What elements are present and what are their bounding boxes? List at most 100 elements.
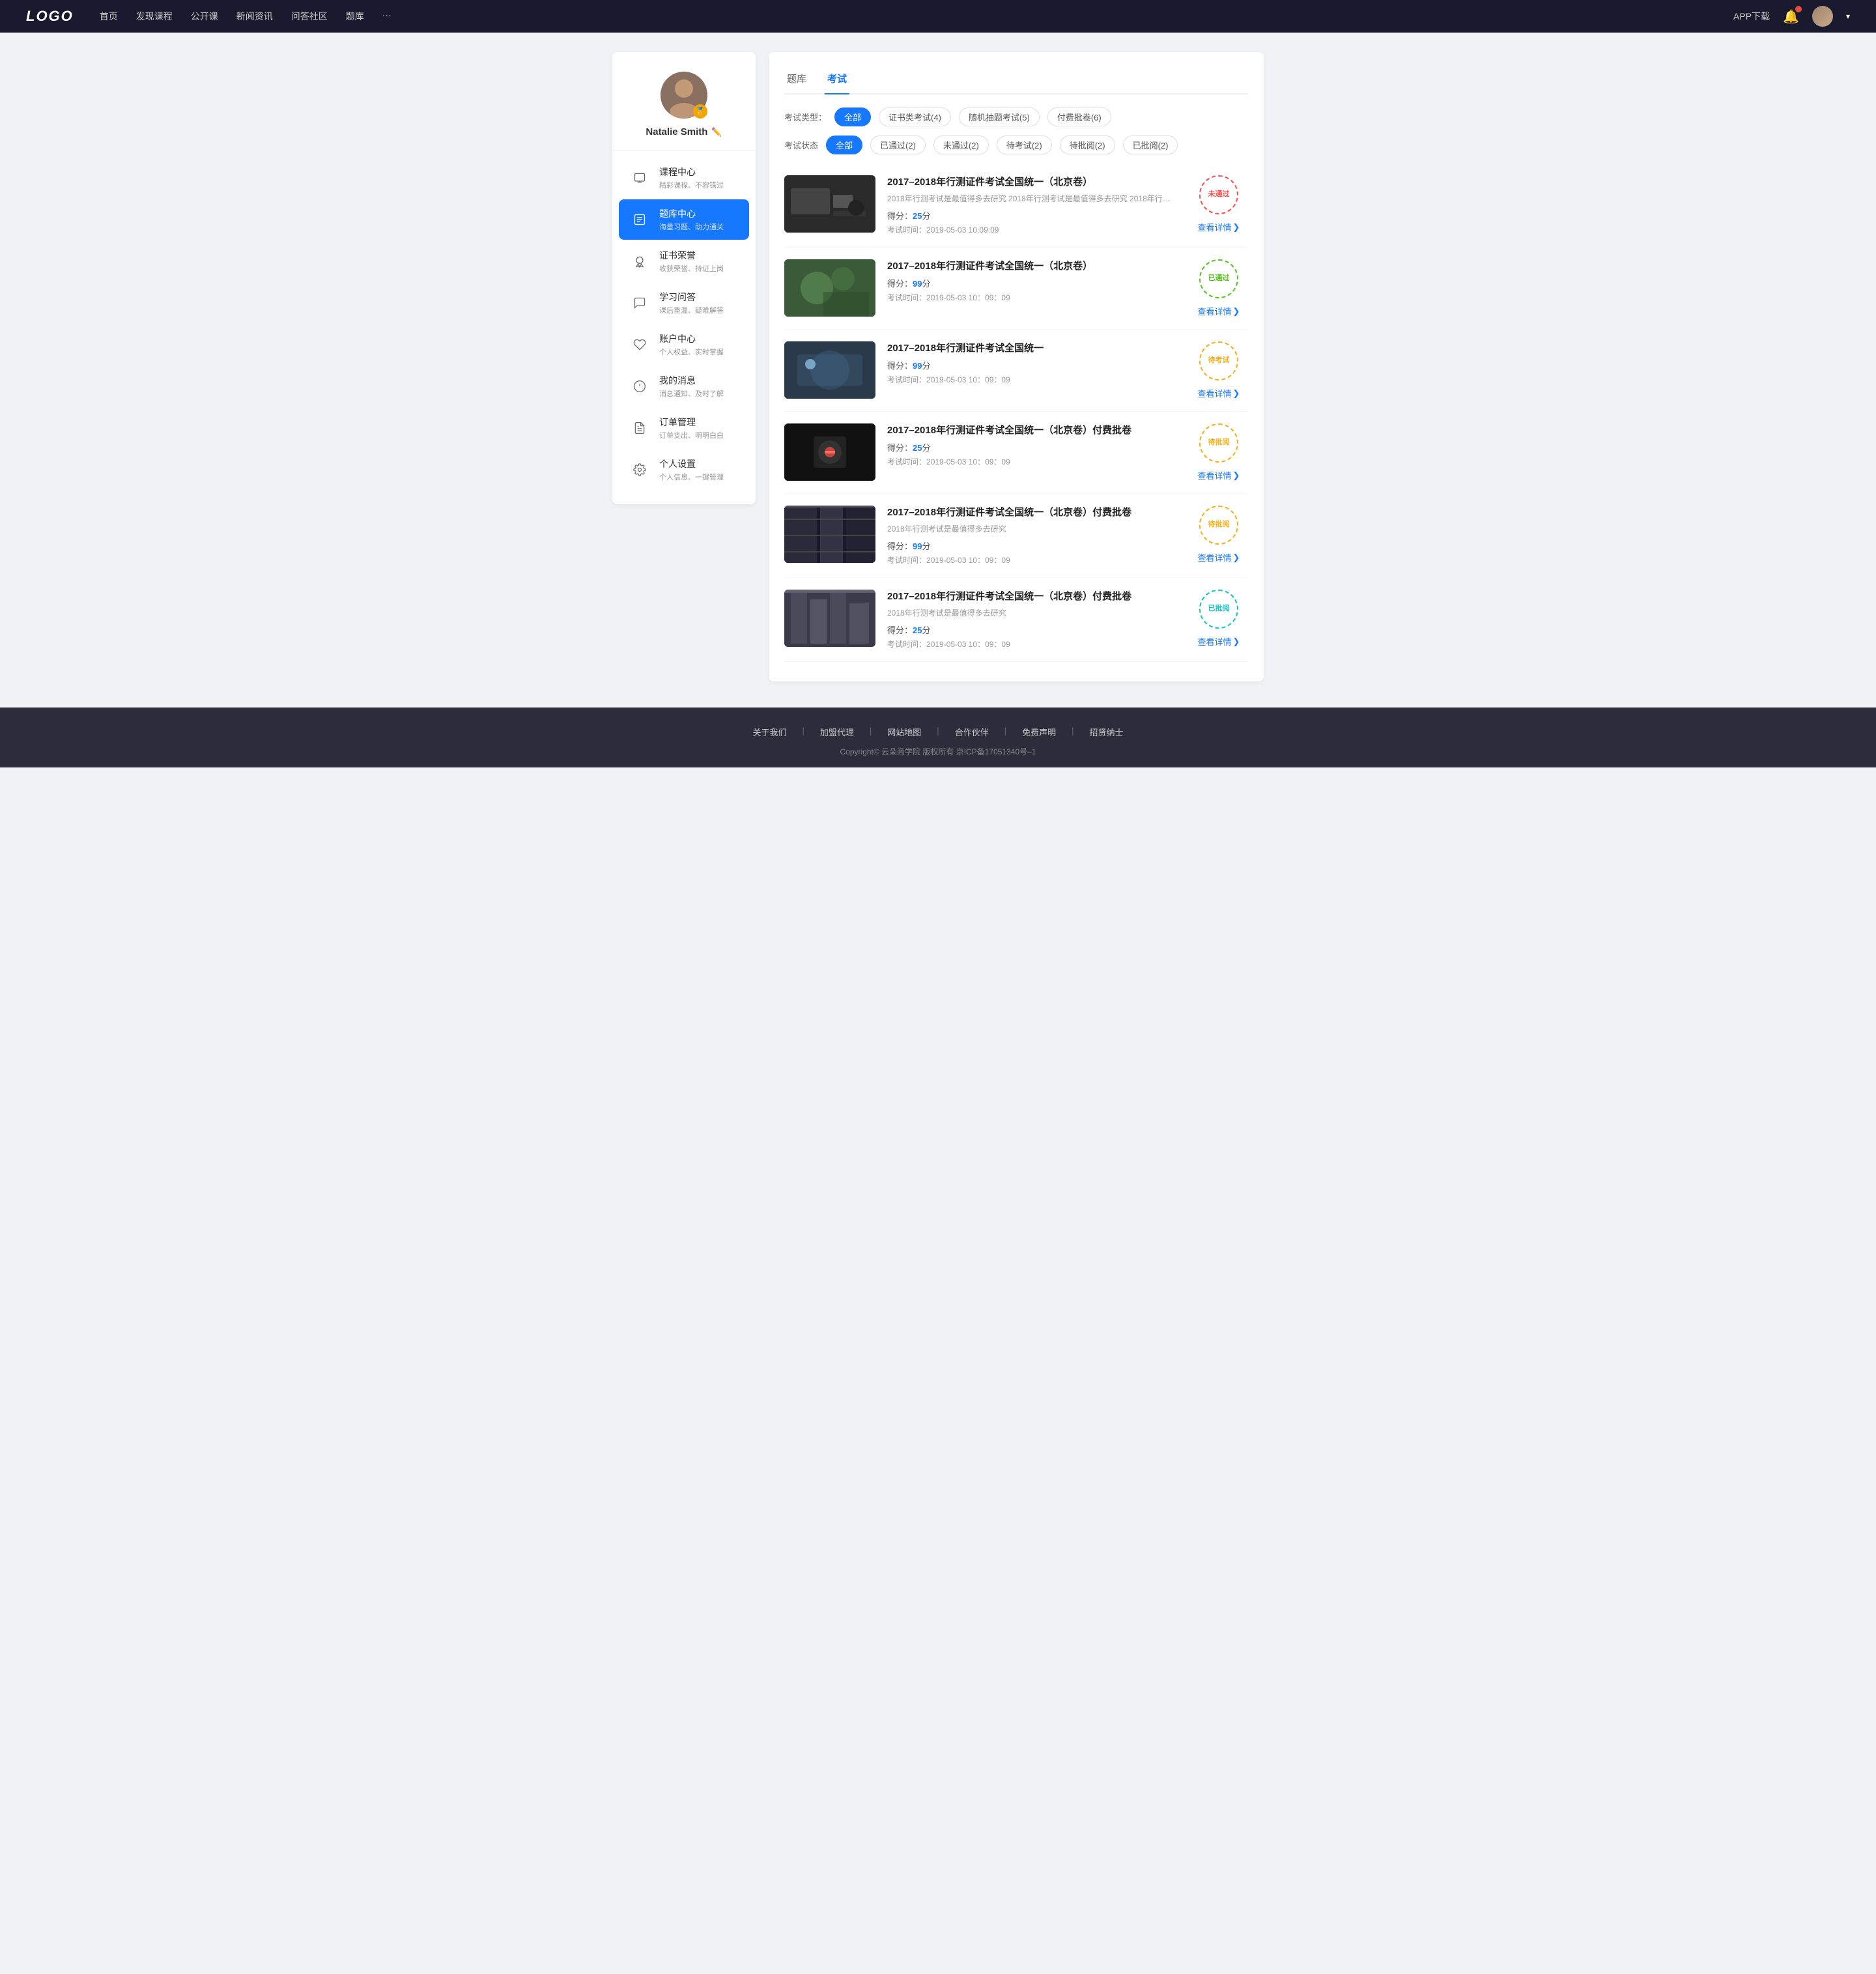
sidebar-item-messages[interactable]: 我的消息 消息通知、及时了解: [619, 366, 749, 407]
filter-type-random[interactable]: 随机抽题考试(5): [959, 107, 1040, 126]
exam-type-filter-row: 考试类型： 全部 证书类考试(4) 随机抽题考试(5) 付费批卷(6): [784, 107, 1248, 126]
footer-link-careers[interactable]: 招贤纳士: [1090, 726, 1124, 738]
exam-time-1: 考试时间：2019-05-03 10:09:09: [887, 224, 1178, 235]
header: LOGO 首页 发现课程 公开课 新闻资讯 问答社区 题库 ··· APP下载 …: [0, 0, 1876, 33]
tab-exam[interactable]: 考试: [825, 65, 849, 93]
filter-status-pending-exam[interactable]: 待考试(2): [997, 136, 1052, 154]
logo[interactable]: LOGO: [26, 8, 74, 25]
footer-copyright: Copyright© 云朵商学院 版权所有 京ICP备17051340号–1: [0, 746, 1876, 757]
exam-title-5: 2017–2018年行测证件考试全国统一（北京卷）付费批卷: [887, 506, 1178, 519]
exam-item-1: 2017–2018年行测证件考试全国统一（北京卷） 2018年行测考试是最值得多…: [784, 164, 1248, 248]
nav-more[interactable]: ···: [382, 10, 391, 23]
exam-desc-1: 2018年行测考试是最值得多去研究 2018年行测考试是最值得多去研究 2018…: [887, 193, 1178, 204]
exam-desc-6: 2018年行测考试是最值得多去研究: [887, 607, 1178, 618]
footer-link-franchise[interactable]: 加盟代理: [820, 726, 854, 738]
exam-time-2: 考试时间：2019-05-03 10：09：09: [887, 292, 1178, 303]
content-area: 题库 考试 考试类型： 全部 证书类考试(4) 随机抽题考试(5) 付费批卷(6…: [769, 52, 1264, 681]
exam-detail-link-1[interactable]: 查看详情 ❯: [1198, 221, 1240, 233]
exam-status-stamp-3: 待考试: [1199, 341, 1238, 380]
thumb-img-1: [784, 175, 875, 233]
sidebar-item-settings[interactable]: 个人设置 个人信息、一键管理: [619, 450, 749, 490]
question-bank-text: 题库中心 海量习题、助力通关: [659, 207, 739, 232]
app-download-button[interactable]: APP下载: [1733, 10, 1770, 23]
filter-status-reviewed[interactable]: 已批阅(2): [1123, 136, 1178, 154]
sidebar-item-account[interactable]: 账户中心 个人权益、实时掌握: [619, 324, 749, 365]
footer-link-about[interactable]: 关于我们: [752, 726, 786, 738]
exam-action-4: 待批阅 查看详情 ❯: [1189, 423, 1248, 481]
nav-news[interactable]: 新闻资讯: [236, 10, 273, 23]
nav-opencourse[interactable]: 公开课: [191, 10, 218, 23]
exam-action-5: 待批阅 查看详情 ❯: [1189, 506, 1248, 564]
thumb-img-4: [784, 423, 875, 481]
filter-status-failed[interactable]: 未通过(2): [933, 136, 989, 154]
exam-score-1: 得分：25分: [887, 209, 1178, 222]
exam-type-label: 考试类型：: [784, 111, 827, 123]
sidebar-item-certificates[interactable]: 证书荣誉 收获荣誉、持证上岗: [619, 241, 749, 281]
profile-avatar-wrap: 🏅: [661, 72, 707, 119]
avatar[interactable]: [1812, 6, 1833, 27]
exam-thumbnail-4: [784, 423, 875, 481]
filter-status-pending-review[interactable]: 待批阅(2): [1060, 136, 1115, 154]
exam-status-stamp-4: 待批阅: [1199, 423, 1238, 463]
exam-detail-link-3[interactable]: 查看详情 ❯: [1198, 387, 1240, 399]
tab-bank[interactable]: 题库: [784, 65, 809, 93]
exam-status-stamp-6: 已批阅: [1199, 590, 1238, 629]
exam-info-5: 2017–2018年行测证件考试全国统一（北京卷）付费批卷 2018年行测考试是…: [887, 506, 1178, 565]
orders-text: 订单管理 订单支出、明明白白: [659, 416, 739, 440]
exam-title-6: 2017–2018年行测证件考试全国统一（北京卷）付费批卷: [887, 590, 1178, 603]
exam-detail-link-2[interactable]: 查看详情 ❯: [1198, 305, 1240, 317]
footer-link-disclaimer[interactable]: 免费声明: [1022, 726, 1056, 738]
messages-icon: [629, 376, 650, 397]
filter-status-all[interactable]: 全部: [826, 136, 862, 154]
exam-info-3: 2017–2018年行测证件考试全国统一 得分：99分 考试时间：2019-05…: [887, 341, 1178, 385]
certificates-text: 证书荣誉 收获荣誉、持证上岗: [659, 249, 739, 274]
exam-item-6: 2017–2018年行测证件考试全国统一（北京卷）付费批卷 2018年行测考试是…: [784, 578, 1248, 662]
account-icon: [629, 334, 650, 355]
exam-time-3: 考试时间：2019-05-03 10：09：09: [887, 374, 1178, 385]
exam-title-4: 2017–2018年行测证件考试全国统一（北京卷）付费批卷: [887, 423, 1178, 437]
settings-text: 个人设置 个人信息、一键管理: [659, 457, 739, 482]
exam-item-3: 2017–2018年行测证件考试全国统一 得分：99分 考试时间：2019-05…: [784, 330, 1248, 412]
user-menu-caret[interactable]: ▾: [1846, 12, 1850, 21]
footer: 关于我们 | 加盟代理 | 网站地图 | 合作伙伴 | 免费声明 | 招贤纳士 …: [0, 708, 1876, 767]
exam-score-5: 得分：99分: [887, 539, 1178, 552]
exam-item-5: 2017–2018年行测证件考试全国统一（北京卷）付费批卷 2018年行测考试是…: [784, 494, 1248, 578]
notification-bell[interactable]: 🔔: [1783, 8, 1799, 25]
exam-status-stamp-5: 待批阅: [1199, 506, 1238, 545]
sidebar-item-course-center[interactable]: 课程中心 精彩课程、不容错过: [619, 158, 749, 198]
exam-detail-link-4[interactable]: 查看详情 ❯: [1198, 469, 1240, 481]
filter-type-paid[interactable]: 付费批卷(6): [1047, 107, 1111, 126]
main-nav: 首页 发现课程 公开课 新闻资讯 问答社区 题库 ···: [100, 10, 1733, 23]
qa-icon: [629, 293, 650, 313]
account-text: 账户中心 个人权益、实时掌握: [659, 332, 739, 357]
filter-type-all[interactable]: 全部: [834, 107, 871, 126]
exam-detail-link-5[interactable]: 查看详情 ❯: [1198, 551, 1240, 564]
thumb-img-2: [784, 259, 875, 317]
badge-icon: 🏅: [696, 107, 705, 116]
course-center-text: 课程中心 精彩课程、不容错过: [659, 165, 739, 190]
filter-status-passed[interactable]: 已通过(2): [870, 136, 926, 154]
nav-discover[interactable]: 发现课程: [136, 10, 173, 23]
exam-action-2: 已通过 查看详情 ❯: [1189, 259, 1248, 317]
nav-home[interactable]: 首页: [100, 10, 118, 23]
footer-link-sitemap[interactable]: 网站地图: [887, 726, 921, 738]
nav-qa[interactable]: 问答社区: [291, 10, 328, 23]
nav-bank[interactable]: 题库: [346, 10, 364, 23]
filter-type-cert[interactable]: 证书类考试(4): [879, 107, 951, 126]
exam-detail-link-6[interactable]: 查看详情 ❯: [1198, 635, 1240, 648]
question-bank-icon: [629, 209, 650, 230]
exam-thumbnail-6: [784, 590, 875, 647]
sidebar-menu: 课程中心 精彩课程、不容错过 题库中心 海量习题、助力通关: [612, 158, 756, 490]
sidebar-item-qa[interactable]: 学习问答 课后重温、疑难解答: [619, 283, 749, 323]
exam-time-4: 考试时间：2019-05-03 10：09：09: [887, 456, 1178, 467]
sidebar-profile: 🏅 Natalie Smith ✏️: [612, 72, 756, 151]
exam-desc-5: 2018年行测考试是最值得多去研究: [887, 523, 1178, 534]
edit-profile-icon[interactable]: ✏️: [711, 127, 722, 137]
exam-thumbnail-1: [784, 175, 875, 233]
sidebar-item-question-bank[interactable]: 题库中心 海量习题、助力通关: [619, 199, 749, 240]
sidebar-item-orders[interactable]: 订单管理 订单支出、明明白白: [619, 408, 749, 448]
footer-link-partners[interactable]: 合作伙伴: [955, 726, 989, 738]
exam-score-6: 得分：25分: [887, 623, 1178, 636]
exam-title-1: 2017–2018年行测证件考试全国统一（北京卷）: [887, 175, 1178, 189]
exam-status-stamp-1: 未通过: [1199, 175, 1238, 214]
